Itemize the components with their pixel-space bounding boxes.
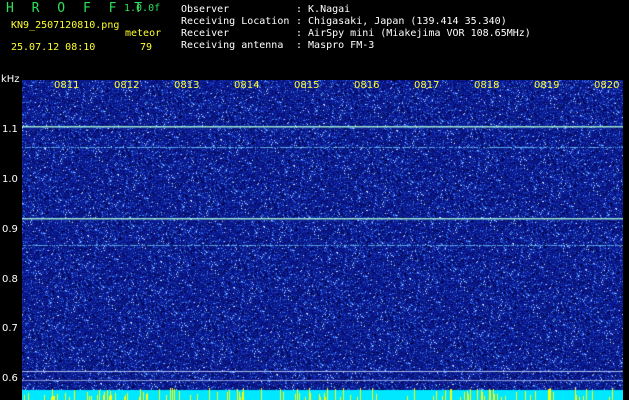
detection-mode: meteor bbox=[125, 28, 162, 39]
y-tick-1-0: 1.0 bbox=[2, 174, 18, 185]
x-tick-0813: 0813 bbox=[174, 80, 200, 91]
x-tick-0812: 0812 bbox=[114, 80, 140, 91]
x-tick-0819: 0819 bbox=[534, 80, 560, 91]
x-tick-0820: 0820 bbox=[594, 80, 620, 91]
location-label: Receiving Location bbox=[181, 16, 290, 27]
antenna-label: Receiving antenna bbox=[181, 40, 284, 51]
file-name: KN9_2507120810.png bbox=[11, 20, 120, 31]
x-tick-0818: 0818 bbox=[474, 80, 500, 91]
x-tick-0814: 0814 bbox=[234, 80, 260, 91]
location-value: : Chigasaki, Japan (139.414 35.340) bbox=[296, 16, 507, 27]
frequency-axis: 1.1 1.0 0.9 0.8 0.7 0.6 bbox=[0, 80, 22, 400]
y-tick-0-7: 0.7 bbox=[2, 323, 18, 334]
spectrogram-plot bbox=[22, 80, 623, 400]
hrofft-window: H R O F F T 1.0.0f KN9_2507120810.png me… bbox=[0, 0, 629, 400]
x-tick-0815: 0815 bbox=[294, 80, 320, 91]
observer-label: Observer bbox=[181, 4, 230, 15]
meteor-count: 79 bbox=[140, 42, 153, 53]
date-time: 25.07.12 08:10 bbox=[11, 42, 96, 53]
y-tick-0-6: 0.6 bbox=[2, 373, 18, 384]
receiver-value: : AirSpy mini (Miakejima VOR 108.65MHz) bbox=[296, 28, 531, 39]
y-tick-1-1: 1.1 bbox=[2, 124, 18, 135]
y-tick-0-9: 0.9 bbox=[2, 224, 18, 235]
y-tick-0-8: 0.8 bbox=[2, 274, 18, 285]
x-tick-0817: 0817 bbox=[414, 80, 440, 91]
x-tick-0811: 0811 bbox=[54, 80, 80, 91]
receiver-label: Receiver bbox=[181, 28, 230, 39]
antenna-value: : Maspro FM-3 bbox=[296, 40, 375, 51]
app-version: 1.0.0f bbox=[124, 3, 161, 14]
observer-value: : K.Nagai bbox=[296, 4, 351, 15]
x-tick-0816: 0816 bbox=[354, 80, 380, 91]
